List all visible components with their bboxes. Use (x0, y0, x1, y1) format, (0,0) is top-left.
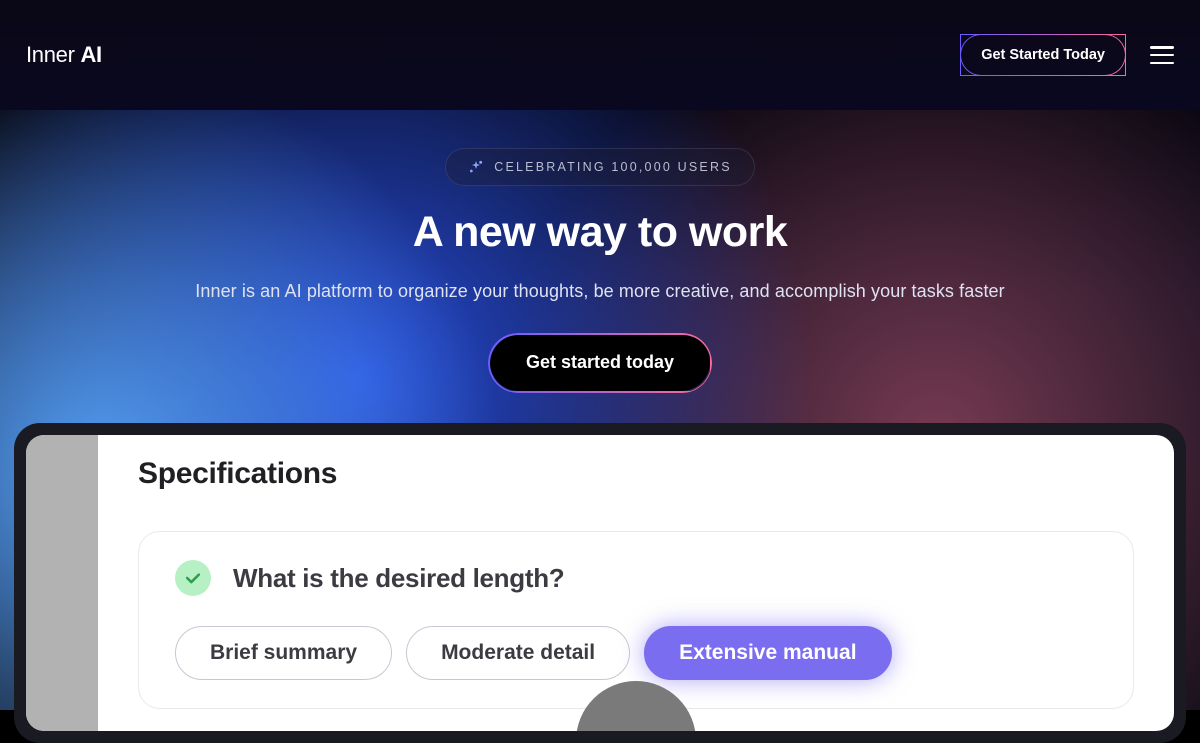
app-preview-inner: Specifications What is the desired lengt… (26, 435, 1174, 731)
header-cta-label: Get Started Today (981, 47, 1105, 63)
site-header: Inner AI Get Started Today (0, 0, 1200, 110)
logo[interactable]: Inner AI (26, 42, 102, 68)
app-sidebar (26, 435, 98, 731)
specifications-title: Specifications (138, 457, 1134, 491)
option-moderate-detail[interactable]: Moderate detail (406, 626, 630, 680)
header-get-started-button[interactable]: Get Started Today (960, 34, 1126, 76)
hero-title: A new way to work (0, 208, 1200, 257)
check-icon (175, 560, 211, 596)
badge-text: CELEBRATING 100,000 USERS (494, 160, 731, 174)
question-text: What is the desired length? (233, 563, 564, 594)
hero-cta-label: Get started today (526, 352, 674, 372)
menu-icon[interactable] (1150, 46, 1174, 64)
logo-text-part1: Inner (26, 42, 80, 67)
app-preview-frame: Specifications What is the desired lengt… (14, 423, 1186, 743)
sparkle-icon (468, 159, 484, 175)
announcement-badge: CELEBRATING 100,000 USERS (445, 148, 754, 186)
app-main: Specifications What is the desired lengt… (98, 435, 1174, 731)
hero-section: CELEBRATING 100,000 USERS A new way to w… (0, 110, 1200, 391)
option-extensive-manual[interactable]: Extensive manual (644, 626, 891, 680)
header-right: Get Started Today (960, 34, 1174, 76)
options-row: Brief summary Moderate detail Extensive … (175, 626, 1097, 680)
hero-get-started-button[interactable]: Get started today (490, 334, 710, 391)
hero-subtitle: Inner is an AI platform to organize your… (0, 281, 1200, 302)
logo-text-part2: AI (80, 42, 101, 67)
question-header: What is the desired length? (175, 560, 1097, 596)
option-brief-summary[interactable]: Brief summary (175, 626, 392, 680)
